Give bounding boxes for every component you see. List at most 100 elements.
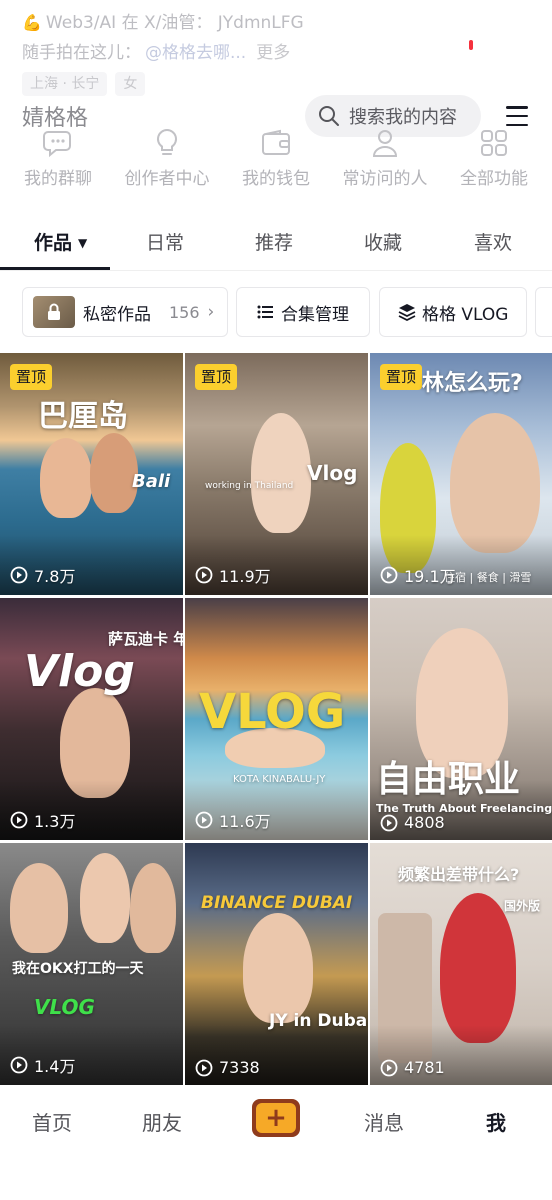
video-title: 自由职业 xyxy=(376,759,521,800)
bio-mention-link[interactable]: @格格去哪... xyxy=(145,38,246,68)
bio-more-link[interactable]: 更多 xyxy=(256,38,290,68)
wallet-icon xyxy=(262,129,290,155)
tool-label: 我的钱包 xyxy=(242,169,310,189)
person-figure xyxy=(90,433,138,513)
hamburger-icon[interactable] xyxy=(506,106,528,126)
list-icon xyxy=(257,305,273,319)
tab-label: 日常 xyxy=(146,232,185,254)
gender-tag: 女 xyxy=(115,72,146,96)
person-figure xyxy=(440,893,516,1043)
video-title: JY in Dubai xyxy=(269,1011,368,1031)
profile-bio: 💪 Web3/AI 在 X/油管： JYdmnLFG 随手拍在这儿： @格格去哪… xyxy=(22,8,532,68)
view-count-value: 4781 xyxy=(404,1058,445,1077)
profile-tags: 上海 · 长宁 女 xyxy=(22,72,146,96)
video-tile[interactable]: 我在OKX打工的一天 VLOG 1.4万 xyxy=(0,843,183,1085)
video-subtitle: working in Thailand xyxy=(205,481,294,491)
play-icon xyxy=(380,566,398,584)
video-tile[interactable]: 置顶 林怎么玩? 住宿 | 餐食 | 滑雪 19.1万 xyxy=(370,353,552,595)
person-icon xyxy=(372,130,398,157)
view-count: 7.8万 xyxy=(10,563,75,587)
video-tile[interactable]: VLOG KOTA KINABALU-JY 11.6万 xyxy=(185,598,368,840)
tab-daily[interactable]: 日常 xyxy=(146,228,184,255)
video-title: Vlog xyxy=(24,646,135,697)
video-title: Vlog xyxy=(307,461,358,485)
nav-messages[interactable]: 消息 xyxy=(364,1107,404,1136)
pinned-badge: 置顶 xyxy=(380,364,423,390)
collection-manage-chip[interactable]: 合集管理 xyxy=(236,287,370,337)
bio-line-1: Web3/AI 在 X/油管： JYdmnLFG xyxy=(45,13,304,33)
tool-wallet[interactable]: 我的钱包 xyxy=(240,126,312,189)
tab-likes[interactable]: 喜欢 xyxy=(474,228,512,255)
nav-me[interactable]: 我 xyxy=(486,1107,506,1136)
tab-label: 作品 xyxy=(34,232,73,254)
tool-label: 全部功能 xyxy=(460,169,528,189)
video-subtitle: 住宿 | 餐食 | 滑雪 xyxy=(444,571,532,584)
private-thumbnail xyxy=(33,296,75,328)
quick-tools-row: 我的群聊 创作者中心 我的钱包 常访问的人 全部功能 xyxy=(0,126,552,192)
search-icon xyxy=(319,106,339,126)
create-button[interactable]: + xyxy=(252,1099,300,1137)
group-chat-icon xyxy=(43,131,71,158)
tab-label: 喜欢 xyxy=(474,232,513,254)
person-figure xyxy=(130,863,176,953)
video-tile[interactable]: Vlog 萨瓦迪卡 年夜饭 1.3万 xyxy=(0,598,183,840)
plus-icon: + xyxy=(256,1103,296,1133)
play-icon xyxy=(195,1059,213,1076)
tool-label: 创作者中心 xyxy=(124,169,210,189)
lightbulb-icon xyxy=(156,128,178,155)
person-figure xyxy=(251,413,311,533)
person-figure xyxy=(80,853,130,943)
muscle-icon: 💪 xyxy=(22,13,42,32)
tabs-divider xyxy=(0,270,552,271)
vlog-collection-label: 格格 VLOG xyxy=(422,304,509,325)
location-tag: 上海 · 长宁 xyxy=(22,72,108,96)
view-count: 11.9万 xyxy=(195,563,271,587)
play-icon xyxy=(195,811,213,829)
tab-label: 推荐 xyxy=(255,232,294,254)
view-count: 11.6万 xyxy=(195,808,271,832)
nav-friends[interactable]: 朋友 xyxy=(142,1107,182,1136)
video-tile[interactable]: 置顶 Vlog working in Thailand 11.9万 xyxy=(185,353,368,595)
bottom-navigation: 首页 朋友 + 消息 我 xyxy=(0,1085,552,1200)
tool-frequent-visitors[interactable]: 常访问的人 xyxy=(340,126,430,189)
tab-favorites[interactable]: 收藏 xyxy=(364,228,402,255)
collection-manage-label: 合集管理 xyxy=(281,304,349,325)
view-count-value: 11.6万 xyxy=(219,812,271,831)
video-tile[interactable]: BINANCE DUBAI JY in Dubai 7338 xyxy=(185,843,368,1085)
view-count: 1.4万 xyxy=(10,1053,75,1077)
video-subtitle: 国外版 xyxy=(504,899,541,913)
tab-recommend[interactable]: 推荐 xyxy=(255,228,293,255)
play-icon xyxy=(10,566,28,584)
view-count: 1.3万 xyxy=(10,808,75,832)
tool-all-features[interactable]: 全部功能 xyxy=(458,126,530,189)
video-tile[interactable]: 自由职业 The Truth About Freelancing 4808 xyxy=(370,598,552,840)
view-count-value: 7338 xyxy=(219,1058,260,1077)
video-subtitle: 萨瓦迪卡 年夜饭 xyxy=(108,630,183,648)
view-count-value: 4808 xyxy=(404,813,445,832)
view-count-value: 1.3万 xyxy=(34,812,76,831)
tab-label: 收藏 xyxy=(364,232,403,254)
view-count-value: 1.4万 xyxy=(34,1057,76,1076)
active-tab-indicator xyxy=(0,267,110,270)
private-works-label: 私密作品 xyxy=(83,304,151,325)
grid-icon xyxy=(481,130,507,156)
tab-works[interactable]: 作品 ▼ xyxy=(34,228,87,255)
video-subtitle: KOTA KINABALU-JY xyxy=(233,774,326,785)
more-chip[interactable] xyxy=(535,287,552,337)
lock-icon xyxy=(48,303,60,320)
view-count: 4781 xyxy=(380,1058,445,1077)
video-subtitle: Bali xyxy=(132,471,171,492)
private-works-chip[interactable]: 私密作品 156 › xyxy=(22,287,228,337)
nav-home[interactable]: 首页 xyxy=(32,1107,72,1136)
tool-group-chat[interactable]: 我的群聊 xyxy=(22,126,94,189)
bio-line-2: 随手拍在这儿： xyxy=(22,43,141,63)
video-tile[interactable]: 频繁出差带什么? 国外版 4781 xyxy=(370,843,552,1085)
play-icon xyxy=(380,814,398,831)
tool-creator-center[interactable]: 创作者中心 xyxy=(122,126,212,189)
play-icon xyxy=(10,811,28,829)
video-tile[interactable]: 置顶 巴厘岛 Bali 7.8万 xyxy=(0,353,183,595)
tool-label: 我的群聊 xyxy=(24,169,92,189)
vlog-collection-chip[interactable]: 格格 VLOG xyxy=(379,287,527,337)
layers-icon xyxy=(398,304,416,321)
play-icon xyxy=(10,1056,28,1074)
